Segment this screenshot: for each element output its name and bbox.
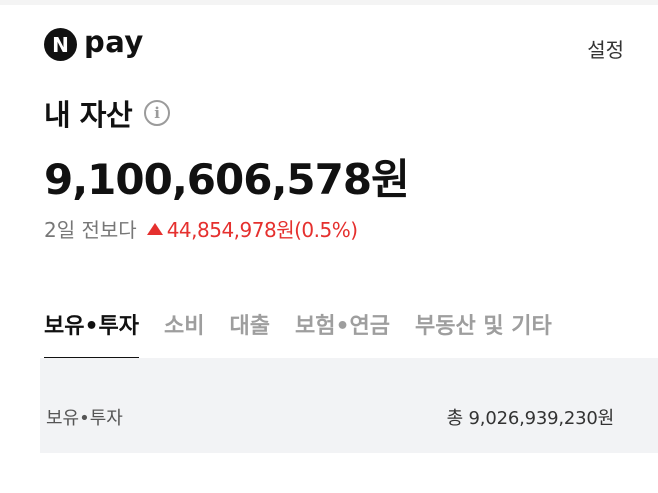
- tab-loans[interactable]: 대출: [230, 308, 270, 358]
- change-label: 2일 전보다: [44, 218, 137, 242]
- section-total: 총 9,026,939,230원: [446, 408, 615, 429]
- assets-title: 내 자산 i: [44, 92, 171, 134]
- top-edge: [0, 0, 658, 5]
- npay-logo-text: pay: [84, 25, 144, 59]
- holdings-section: 보유•투자 총 9,026,939,230원: [40, 358, 658, 453]
- page-title: 내 자산: [44, 98, 133, 132]
- change-value: 44,854,978원(0.5%): [166, 218, 358, 242]
- npay-logo[interactable]: N pay: [44, 28, 144, 61]
- tab-holdings-investment[interactable]: 보유•투자: [44, 308, 140, 360]
- tab-spending[interactable]: 소비: [164, 308, 204, 358]
- tab-insurance-pension[interactable]: 보험•연금: [295, 308, 390, 358]
- triangle-up-icon: [146, 222, 163, 235]
- section-label: 보유•투자: [46, 408, 123, 429]
- settings-button[interactable]: 설정: [587, 34, 624, 63]
- npay-logo-icon: N: [44, 28, 77, 61]
- asset-tabs: 보유•투자 소비 대출 보험•연금 부동산 및 기타: [44, 308, 577, 360]
- asset-change: 2일 전보다 44,854,978원(0.5%): [44, 214, 358, 243]
- tab-real-estate-etc[interactable]: 부동산 및 기타: [415, 308, 552, 358]
- info-icon[interactable]: i: [144, 100, 171, 126]
- header: N pay 설정: [44, 26, 634, 66]
- total-assets-amount: 9,100,606,578원: [44, 155, 410, 204]
